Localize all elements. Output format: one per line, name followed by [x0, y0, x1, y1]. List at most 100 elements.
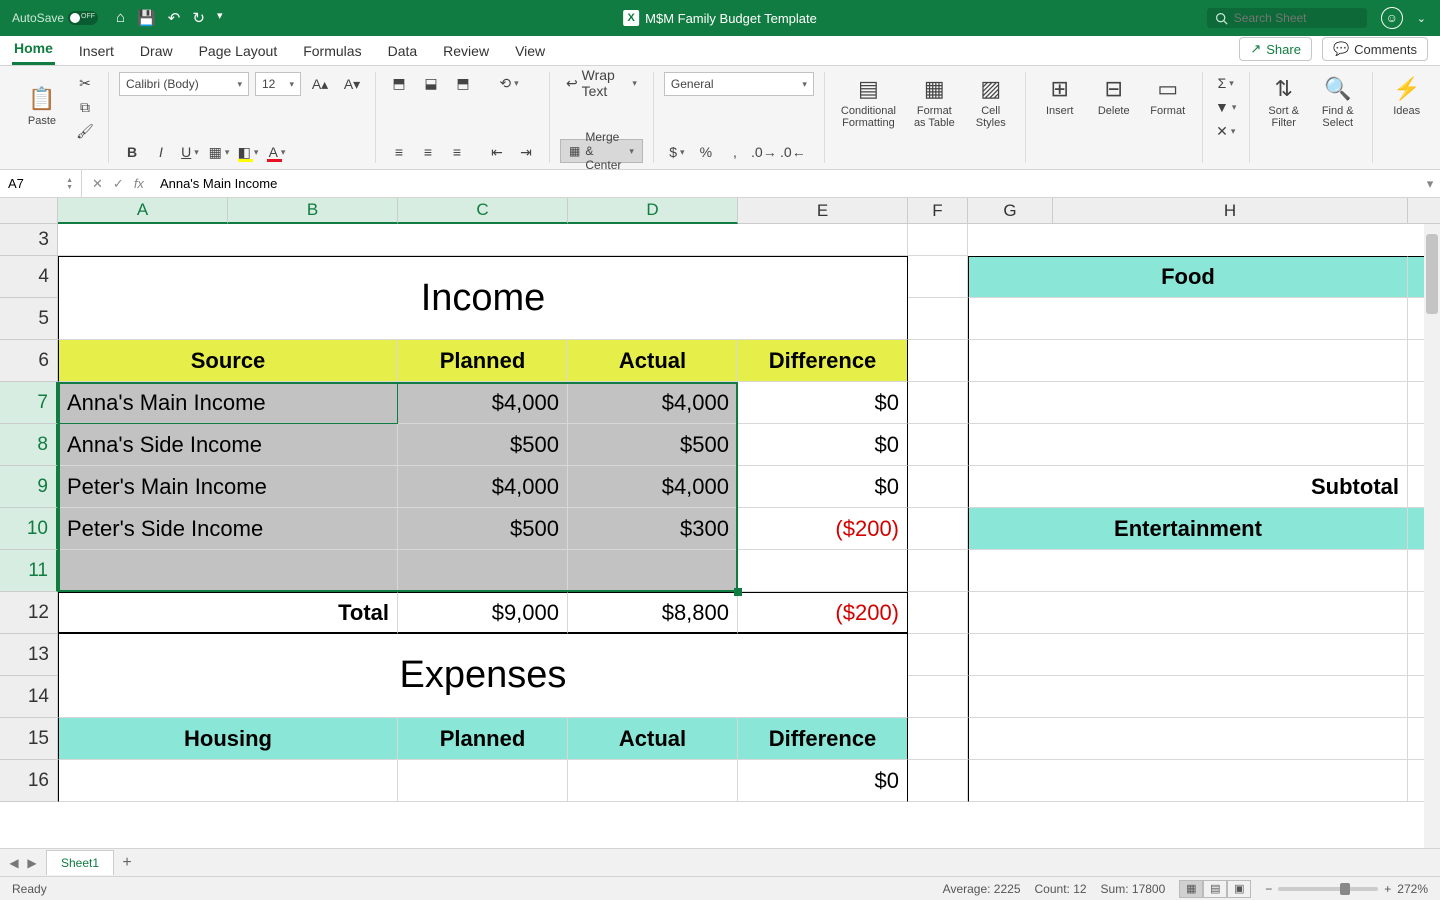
- align-bottom-button[interactable]: ⬒: [450, 72, 476, 94]
- cell-G9[interactable]: Subtotal: [968, 466, 1408, 508]
- border-button[interactable]: ▦▾: [206, 141, 232, 163]
- underline-button[interactable]: U▾: [177, 141, 203, 163]
- decrease-decimal-button[interactable]: .0←: [780, 141, 806, 163]
- cell-A10[interactable]: Peter's Side Income: [58, 508, 398, 550]
- cell-F7[interactable]: [908, 382, 968, 424]
- row-header-10[interactable]: 10: [0, 508, 58, 550]
- cell-E6[interactable]: Difference: [738, 340, 908, 382]
- redo-icon[interactable]: ↻: [192, 9, 205, 27]
- cell-A9[interactable]: Peter's Main Income: [58, 466, 398, 508]
- cell-D16[interactable]: [568, 760, 738, 802]
- accept-formula-icon[interactable]: ✓: [113, 176, 124, 192]
- tab-review[interactable]: Review: [441, 37, 491, 65]
- view-normal-icon[interactable]: ▦: [1179, 880, 1203, 898]
- percent-button[interactable]: %: [693, 141, 719, 163]
- cell-C7[interactable]: $4,000: [398, 382, 568, 424]
- column-header-G[interactable]: G: [968, 198, 1053, 224]
- column-header-D[interactable]: D: [568, 198, 738, 224]
- cell-F6[interactable]: [908, 340, 968, 382]
- column-header-C[interactable]: C: [398, 198, 568, 224]
- cancel-formula-icon[interactable]: ✕: [92, 176, 103, 192]
- font-size-combo[interactable]: 12▾: [255, 72, 301, 96]
- cut-button[interactable]: ✂: [72, 72, 98, 94]
- tab-view[interactable]: View: [513, 37, 547, 65]
- align-left-button[interactable]: ≡: [386, 141, 412, 163]
- cell-D7[interactable]: $4,000: [568, 382, 738, 424]
- cell-G16[interactable]: [968, 760, 1408, 802]
- fill-button[interactable]: ▼▾: [1213, 96, 1239, 118]
- save-icon[interactable]: 💾: [137, 9, 156, 27]
- cell-G4[interactable]: Food: [968, 256, 1408, 298]
- zoom-value[interactable]: 272%: [1397, 882, 1428, 896]
- row-header-16[interactable]: 16: [0, 760, 58, 802]
- expand-formula-bar-icon[interactable]: ▾: [1420, 176, 1440, 192]
- formula-input[interactable]: Anna's Main Income: [154, 176, 1420, 191]
- font-color-button[interactable]: A▾: [264, 141, 290, 163]
- row-header-14[interactable]: 14: [0, 676, 58, 718]
- column-header-I[interactable]: I: [1408, 198, 1440, 224]
- cell-F11[interactable]: [908, 550, 968, 592]
- column-header-A[interactable]: A: [58, 198, 228, 224]
- cell-A11[interactable]: [58, 550, 398, 592]
- sheet-tab-sheet1[interactable]: Sheet1: [46, 850, 114, 875]
- cell-A12[interactable]: Total: [58, 592, 398, 634]
- cell-C8[interactable]: $500: [398, 424, 568, 466]
- cell-E8[interactable]: $0: [738, 424, 908, 466]
- cell-D6[interactable]: Actual: [568, 340, 738, 382]
- tab-insert[interactable]: Insert: [77, 37, 116, 65]
- cell-D8[interactable]: $500: [568, 424, 738, 466]
- cell-E15[interactable]: Difference: [738, 718, 908, 760]
- share-button[interactable]: ↗Share: [1239, 37, 1312, 61]
- cell-A16[interactable]: [58, 760, 398, 802]
- cell-C12[interactable]: $9,000: [398, 592, 568, 634]
- cell-G5[interactable]: [968, 298, 1408, 340]
- fx-icon[interactable]: fx: [134, 176, 144, 191]
- row-header-7[interactable]: 7: [0, 382, 58, 424]
- name-box[interactable]: A7 ▲▼: [0, 170, 82, 197]
- ribbon-toggle-icon[interactable]: ⌄: [1417, 12, 1426, 25]
- cell-A13[interactable]: Expenses: [58, 634, 908, 718]
- cell-G7[interactable]: [968, 382, 1408, 424]
- cell-F15[interactable]: [908, 718, 968, 760]
- insert-cells-button[interactable]: ⊞Insert: [1036, 72, 1084, 121]
- cell-D9[interactable]: $4,000: [568, 466, 738, 508]
- home-icon[interactable]: ⌂: [116, 9, 125, 27]
- cell-G6[interactable]: [968, 340, 1408, 382]
- format-as-table-button[interactable]: ▦Format as Table: [908, 72, 961, 133]
- cell-F5[interactable]: [908, 298, 968, 340]
- row-header-15[interactable]: 15: [0, 718, 58, 760]
- cell-G15[interactable]: [968, 718, 1408, 760]
- cell-G10[interactable]: Entertainment: [968, 508, 1408, 550]
- format-cells-button[interactable]: ▭Format: [1144, 72, 1192, 121]
- align-center-button[interactable]: ≡: [415, 141, 441, 163]
- column-header-H[interactable]: H: [1053, 198, 1408, 224]
- cell-A3[interactable]: [58, 224, 908, 256]
- cell-A8[interactable]: Anna's Side Income: [58, 424, 398, 466]
- cell-C15[interactable]: Planned: [398, 718, 568, 760]
- increase-decimal-button[interactable]: .0→: [751, 141, 777, 163]
- cell-D12[interactable]: $8,800: [568, 592, 738, 634]
- italic-button[interactable]: I: [148, 141, 174, 163]
- cell-F12[interactable]: [908, 592, 968, 634]
- fill-color-button[interactable]: ◧▾: [235, 141, 261, 163]
- row-header-5[interactable]: 5: [0, 298, 58, 340]
- account-icon[interactable]: ☺: [1381, 7, 1403, 29]
- view-page-layout-icon[interactable]: ▤: [1203, 880, 1227, 898]
- clear-button[interactable]: ✕▾: [1213, 120, 1239, 142]
- cell-D10[interactable]: $300: [568, 508, 738, 550]
- cell-F4[interactable]: [908, 256, 968, 298]
- vertical-scrollbar[interactable]: [1424, 224, 1440, 848]
- cell-F10[interactable]: [908, 508, 968, 550]
- font-name-combo[interactable]: Calibri (Body)▾: [119, 72, 249, 96]
- sort-filter-button[interactable]: ⇅Sort & Filter: [1260, 72, 1308, 133]
- undo-icon[interactable]: ↶: [168, 9, 181, 27]
- cell-G11[interactable]: [968, 550, 1408, 592]
- paste-button[interactable]: 📋 Paste: [18, 82, 66, 131]
- cell-A15[interactable]: Housing: [58, 718, 398, 760]
- row-header-11[interactable]: 11: [0, 550, 58, 592]
- align-top-button[interactable]: ⬒: [386, 72, 412, 94]
- row-header-8[interactable]: 8: [0, 424, 58, 466]
- cell-F16[interactable]: [908, 760, 968, 802]
- cell-F3[interactable]: [908, 224, 968, 256]
- comma-button[interactable]: ,: [722, 141, 748, 163]
